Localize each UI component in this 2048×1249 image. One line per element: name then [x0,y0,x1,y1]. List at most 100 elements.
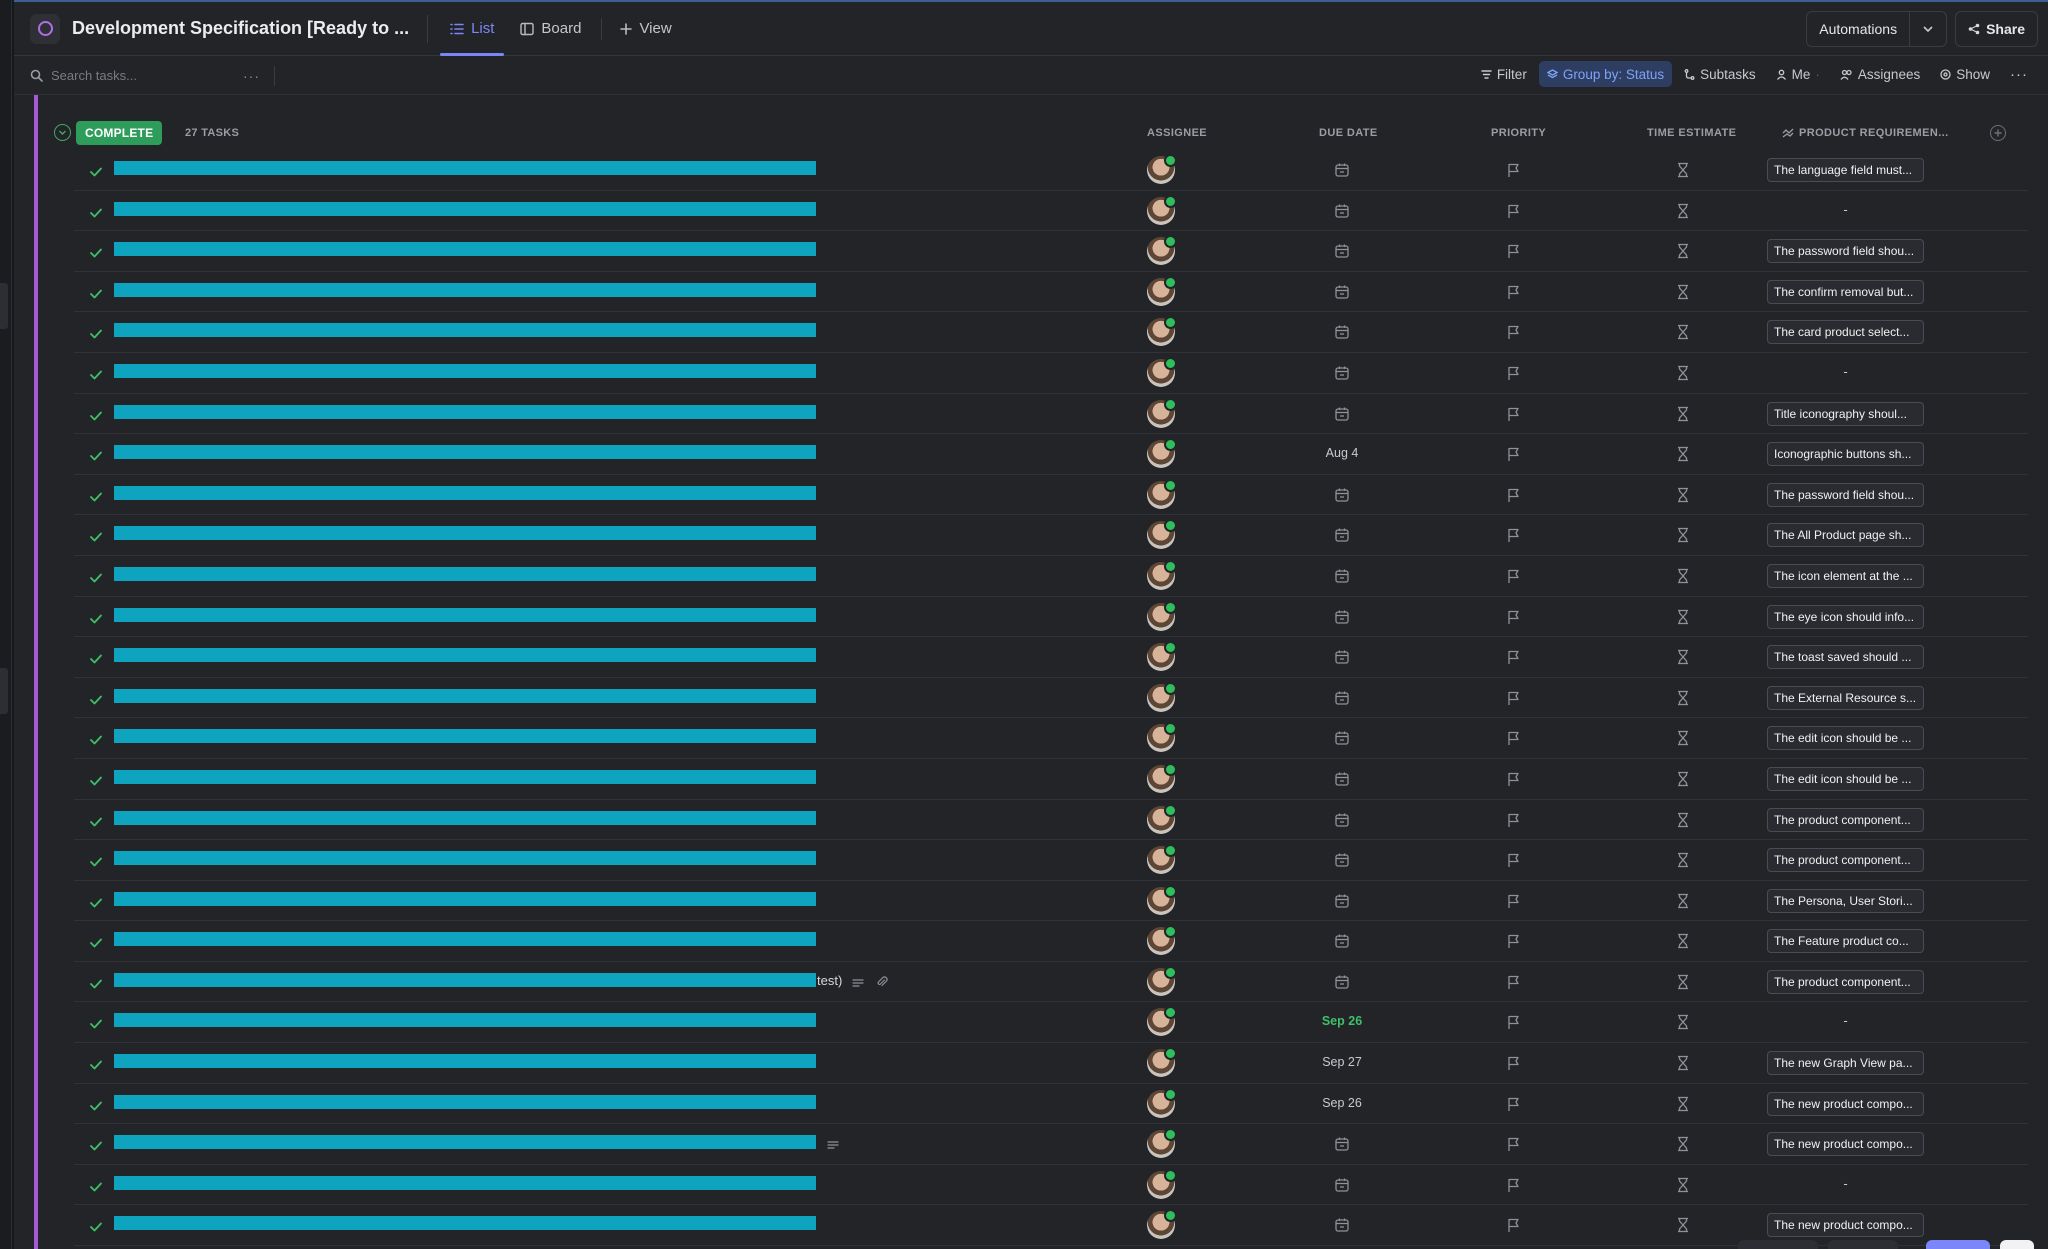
flag-icon[interactable] [1506,1014,1521,1035]
task-name-redacted[interactable] [114,445,816,460]
automations-label-button[interactable]: Automations [1807,12,1909,46]
calendar-icon[interactable] [1334,243,1350,264]
checkmark-icon[interactable] [90,570,102,588]
hourglass-icon[interactable] [1676,974,1690,995]
tab-board[interactable]: Board [510,2,591,56]
help-button[interactable] [2000,1240,2034,1249]
flag-icon[interactable] [1506,852,1521,873]
flag-icon[interactable] [1506,1217,1521,1238]
checkmark-icon[interactable] [90,164,102,182]
checkmark-icon[interactable] [90,1098,102,1116]
flag-icon[interactable] [1506,893,1521,914]
task-name-redacted[interactable] [114,526,816,541]
task-name-redacted[interactable] [114,282,816,297]
flag-icon[interactable] [1506,1096,1521,1117]
product-requirement-chip[interactable]: The password field shou... [1767,239,1924,264]
calendar-icon[interactable] [1334,852,1350,873]
avatar[interactable] [1147,478,1177,509]
column-header-assignee[interactable]: ASSIGNEE [1147,127,1207,139]
flag-icon[interactable] [1506,365,1521,386]
product-requirement-chip[interactable]: The new product compo... [1767,1132,1924,1157]
checkmark-icon[interactable] [90,1179,102,1197]
task-row[interactable]: Title iconography shoul... [74,394,2028,435]
hourglass-icon[interactable] [1676,162,1690,183]
checkmark-icon[interactable] [90,1016,102,1034]
task-name-redacted[interactable] [114,1054,816,1069]
task-row[interactable]: Sep 27 The new Graph View pa... [74,1043,2028,1084]
more-options-icon[interactable]: ··· [2002,61,2036,87]
task-name-redacted[interactable] [114,323,816,338]
search-options-icon[interactable]: ··· [243,68,260,84]
task-row[interactable]: The card product select... [74,312,2028,353]
checkmark-icon[interactable] [90,611,102,629]
task-name-redacted[interactable] [114,648,816,663]
hourglass-icon[interactable] [1676,324,1690,345]
task-name-redacted[interactable] [114,363,816,378]
product-requirement-chip[interactable]: The new Graph View pa... [1767,1051,1924,1076]
bottom-toolbar-stub[interactable] [1738,1240,1818,1249]
checkmark-icon[interactable] [90,1138,102,1156]
flag-icon[interactable] [1506,1177,1521,1198]
task-name-redacted[interactable] [114,566,816,581]
checkmark-icon[interactable] [90,1057,102,1075]
calendar-icon[interactable] [1334,933,1350,954]
task-row[interactable]: test) The product component... [74,962,2028,1003]
avatar[interactable] [1147,559,1177,590]
column-header-product-requirement[interactable]: PRODUCT REQUIREMEN... [1782,127,1949,139]
avatar[interactable] [1147,681,1177,712]
hourglass-icon[interactable] [1676,730,1690,751]
checkmark-icon[interactable] [90,286,102,304]
task-name-redacted[interactable] [114,161,816,175]
checkmark-icon[interactable] [90,529,102,547]
flag-icon[interactable] [1506,243,1521,264]
checkmark-icon[interactable] [90,732,102,750]
flag-icon[interactable] [1506,690,1521,711]
avatar[interactable] [1147,1128,1177,1159]
checkmark-icon[interactable] [90,205,102,223]
checkmark-icon[interactable] [90,367,102,385]
calendar-icon[interactable] [1334,527,1350,548]
checkmark-icon[interactable] [90,935,102,953]
checkmark-icon[interactable] [90,854,102,872]
avatar[interactable] [1147,1209,1177,1240]
product-requirement-chip[interactable]: The product component... [1767,807,1924,832]
avatar[interactable] [1147,1087,1177,1118]
avatar[interactable] [1147,600,1177,631]
task-row[interactable]: The eye icon should info... [74,597,2028,638]
task-row[interactable]: The toast saved should ... [74,637,2028,678]
task-row[interactable]: The product component... [74,840,2028,881]
calendar-icon[interactable] [1334,690,1350,711]
avatar[interactable] [1147,1168,1177,1199]
task-name-redacted[interactable] [114,404,816,419]
task-name-redacted[interactable] [114,485,816,500]
checkmark-icon[interactable] [90,976,102,994]
hourglass-icon[interactable] [1676,1096,1690,1117]
automations-dropdown[interactable] [1909,12,1946,46]
task-row[interactable]: The password field shou... [74,475,2028,516]
checkmark-icon[interactable] [90,245,102,263]
due-date-value[interactable]: Sep 26 [1320,1096,1364,1110]
hourglass-icon[interactable] [1676,1055,1690,1076]
calendar-icon[interactable] [1334,203,1350,224]
task-row[interactable]: The All Product page sh... [74,515,2028,556]
checkmark-icon[interactable] [90,895,102,913]
calendar-icon[interactable] [1334,162,1350,183]
status-badge[interactable]: COMPLETE [76,121,163,145]
task-row[interactable]: The password field shou... [74,231,2028,272]
task-row[interactable]: The confirm removal but... [74,272,2028,313]
flag-icon[interactable] [1506,730,1521,751]
hourglass-icon[interactable] [1676,690,1690,711]
product-requirement-chip[interactable]: The new product compo... [1767,1091,1924,1116]
task-name-redacted[interactable] [114,201,816,216]
avatar[interactable] [1147,844,1177,875]
hourglass-icon[interactable] [1676,649,1690,670]
task-row[interactable]: The new product compo... [74,1124,2028,1165]
avatar[interactable] [1147,519,1177,550]
product-requirement-chip[interactable]: The Persona, User Stori... [1767,888,1924,913]
calendar-icon[interactable] [1334,365,1350,386]
task-row[interactable]: - [74,1165,2028,1206]
flag-icon[interactable] [1506,933,1521,954]
product-requirement-chip[interactable]: The edit icon should be ... [1767,766,1924,791]
new-task-button[interactable] [1926,1240,1990,1249]
flag-icon[interactable] [1506,812,1521,833]
